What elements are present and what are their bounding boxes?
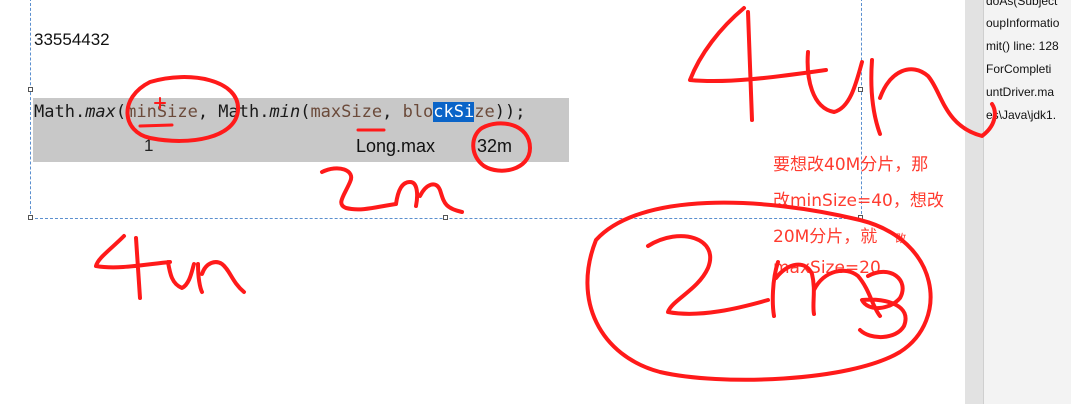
note-longmax: Long.max [356, 136, 436, 156]
stack-frame[interactable]: untDriver.ma [986, 85, 1054, 99]
resize-handle-bottom-left[interactable] [28, 215, 33, 220]
annotation-line-1: 要想改40M分片，那 [773, 155, 929, 175]
resize-handle-left[interactable] [28, 87, 33, 92]
resize-handle-bottom[interactable] [443, 215, 448, 220]
annotation-line-2: 改minSize=40，想改 [773, 191, 944, 211]
panel-scroll-strip[interactable] [965, 0, 984, 404]
ink-handwriting-4m-small [94, 234, 246, 300]
resize-handle-right[interactable] [858, 87, 863, 92]
resize-handle-bottom-right[interactable] [858, 215, 863, 220]
whiteboard-canvas: 33554432 Math.max(minSize, Math.min(maxS… [0, 0, 1071, 404]
note-one: 1 [144, 136, 154, 155]
arg-maxsize: maxSize [310, 102, 383, 122]
stack-frame[interactable]: mit() line: 128 [986, 39, 1059, 53]
text-selection: ckSi [433, 102, 475, 122]
stack-frame[interactable]: oupInformatio [986, 16, 1059, 30]
stack-frame[interactable]: doAs(Subject [986, 0, 1057, 8]
annotation-line-3: 20M分片，就改 [773, 227, 907, 247]
stack-frame[interactable]: ForCompleti [986, 62, 1051, 76]
ink-handwriting-2m-large [646, 234, 908, 339]
annotation-line-4: maxSize=20 [773, 258, 881, 278]
code-line: Math.max(minSize, Math.min(maxSize, bloc… [34, 102, 526, 122]
note-32m: 32m [477, 136, 513, 156]
arg-minsize: minSize [126, 102, 198, 122]
stack-frame[interactable]: es\Java\jdk1. [986, 108, 1056, 122]
output-number: 33554432 [34, 30, 110, 49]
